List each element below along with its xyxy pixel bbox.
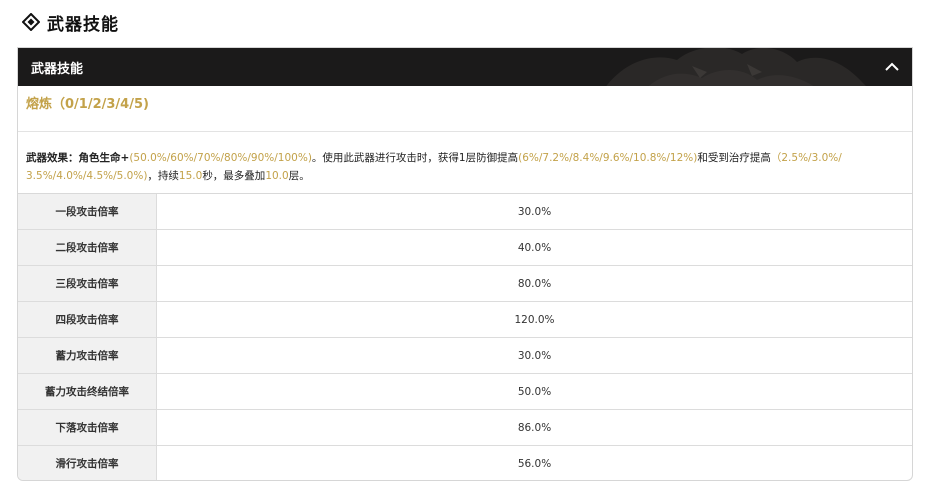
table-row: 一段攻击倍率 30.0% xyxy=(18,194,912,230)
decorative-artwork xyxy=(606,48,866,86)
effect-text: ，持续 xyxy=(147,170,179,182)
table-row: 三段攻击倍率 80.0% xyxy=(18,265,912,302)
chevron-up-icon[interactable] xyxy=(882,57,902,77)
effect-text: 武器效果：角色生命+ xyxy=(26,152,130,164)
diamond-icon xyxy=(22,13,40,31)
rate-value: 30.0% xyxy=(156,194,912,230)
rate-value: 86.0% xyxy=(156,409,912,446)
table-row: 蓄力攻击倍率 30.0% xyxy=(18,337,912,374)
refine-row: 熔炼（0/1/2/3/4/5) xyxy=(18,86,912,132)
effect-description: 武器效果：角色生命+(50.0%/60%/70%/80%/90%/100%)。使… xyxy=(18,132,912,194)
rate-table: 一段攻击倍率 30.0% 二段攻击倍率 40.0% 三段攻击倍率 80.0% 四… xyxy=(18,194,912,480)
effect-value: 15.0 xyxy=(178,170,203,182)
table-row: 四段攻击倍率 120.0% xyxy=(18,301,912,338)
rate-name: 蓄力攻击终结倍率 xyxy=(18,373,157,410)
rate-value: 56.0% xyxy=(156,445,912,480)
rate-value: 40.0% xyxy=(156,229,912,266)
refine-label: 熔炼（0/1/2/3/4/5) xyxy=(26,97,149,112)
panel-title: 武器技能 xyxy=(31,61,84,77)
effect-value: 10.0 xyxy=(265,170,289,182)
page-title: 武器技能 xyxy=(47,14,119,35)
effect-text: 和受到治疗提高 xyxy=(697,152,771,164)
panel-header-bar[interactable]: 武器技能 xyxy=(18,48,912,86)
rate-name: 下落攻击倍率 xyxy=(18,409,157,446)
effect-text: 。使用此武器进行攻击时，获得1层防御提高 xyxy=(311,152,519,164)
rate-name: 二段攻击倍率 xyxy=(18,229,157,266)
rate-value: 50.0% xyxy=(156,373,912,410)
table-row: 滑行攻击倍率 56.0% xyxy=(18,445,912,480)
effect-value: 3.5%/4.0%/4.5%/5.0%) xyxy=(26,170,148,182)
table-row: 蓄力攻击终结倍率 50.0% xyxy=(18,373,912,410)
effect-value: (50.0%/60%/70%/80%/90%/100%) xyxy=(129,152,312,164)
rate-name: 四段攻击倍率 xyxy=(18,301,157,338)
effect-text: 层。 xyxy=(288,170,310,182)
table-row: 二段攻击倍率 40.0% xyxy=(18,229,912,266)
rate-value: 30.0% xyxy=(156,337,912,374)
table-row: 下落攻击倍率 86.0% xyxy=(18,409,912,446)
rate-name: 滑行攻击倍率 xyxy=(18,445,157,480)
rate-name: 蓄力攻击倍率 xyxy=(18,337,157,374)
rate-name: 一段攻击倍率 xyxy=(18,194,157,230)
effect-value: （2.5%/3.0%/ xyxy=(770,152,842,164)
rate-value: 80.0% xyxy=(156,265,912,302)
effect-text: 秒，最多叠加 xyxy=(202,170,266,182)
rate-value: 120.0% xyxy=(156,301,912,338)
effect-value: (6%/7.2%/8.4%/9.6%/10.8%/12%) xyxy=(518,152,698,164)
weapon-skill-panel: 武器技能 熔炼（0/1/2/3/4/5) 武器效果：角色生命+(50.0%/60… xyxy=(17,47,913,481)
page-header: 武器技能 xyxy=(22,8,119,36)
rate-name: 三段攻击倍率 xyxy=(18,265,157,302)
